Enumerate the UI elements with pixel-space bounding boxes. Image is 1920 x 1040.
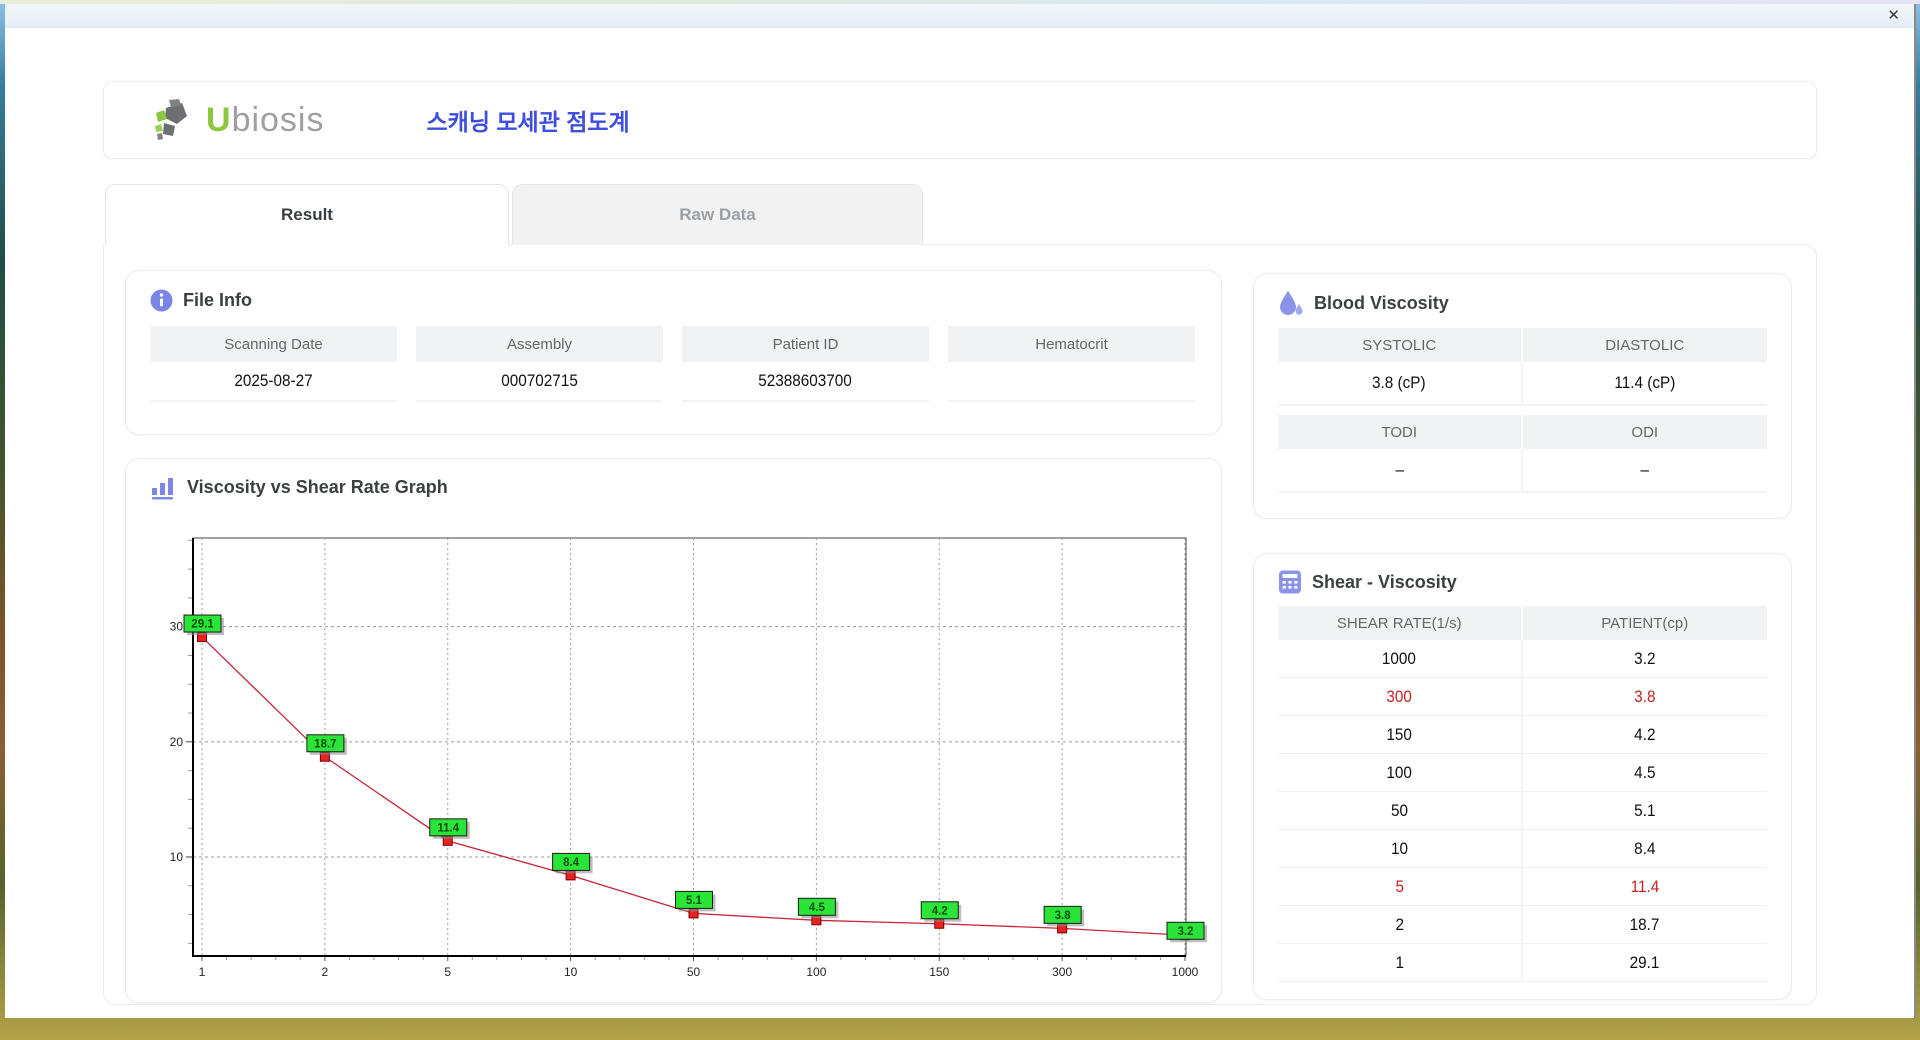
viscosity-graph-card: Viscosity vs Shear Rate Graph 10 20 30 1 2 5 1… [125,458,1222,1003]
svg-text:50: 50 [687,965,701,979]
field-scanning-date: Scanning Date 2025-08-27 [150,326,397,402]
shear-rate-value: 150 [1386,724,1413,744]
patient-value: 3.2 [1634,648,1656,668]
todi-header: TODI [1278,415,1523,449]
table-row: 5 11.4 [1278,868,1767,906]
close-icon[interactable]: ✕ [1887,7,1900,25]
viscosity-chart: 10 20 30 1 2 5 10 50 100 150 300 1000 29.1 18.7 11.4 8.… [170,537,1207,979]
diastolic-header: DIASTOLIC [1522,328,1767,362]
shear-viscosity-table: SHEAR RATE(1/s) PATIENT(cp) 1000 3.2 300… [1278,606,1767,982]
blood-drops-icon [1278,290,1304,316]
table-row: 150 4.2 [1278,716,1767,754]
shear-rate-value: 1000 [1382,648,1417,668]
patient-value: 3.8 [1634,686,1656,706]
tab-result[interactable]: Result [105,184,509,245]
table-row: 1000 3.2 [1278,640,1767,678]
app-header: Ubiosis 스캐닝 모세관 점도계 [103,81,1817,159]
svg-text:11.4: 11.4 [437,822,459,834]
shear-rate-value: 1 [1394,952,1404,972]
field-value: 000702715 [501,371,578,390]
graph-title: Viscosity vs Shear Rate Graph [187,477,448,497]
window-titlebar: ✕ [5,4,1914,28]
file-info-title: File Info [183,290,252,310]
patient-value: 5.1 [1634,800,1656,820]
patient-value: 4.5 [1634,762,1656,782]
svg-text:10: 10 [564,965,578,979]
patient-value: 29.1 [1629,952,1660,972]
patient-column-header: PATIENT(cp) [1522,606,1767,640]
field-value: 2025-08-27 [234,371,313,390]
svg-text:150: 150 [929,965,949,979]
svg-text:3.8: 3.8 [1055,910,1072,922]
svg-text:5.1: 5.1 [686,895,703,907]
field-label: Scanning Date [150,326,397,362]
systolic-value: 3.8 (cP) [1372,373,1427,392]
svg-text:29.1: 29.1 [191,619,214,631]
ubiosis-logo-icon [155,99,187,140]
diastolic-value: 11.4 (cP) [1614,373,1676,392]
todi-value: – [1394,460,1404,479]
table-row: 100 4.5 [1278,754,1767,792]
shear-viscosity-card: Shear - Viscosity SHEAR RATE(1/s) PATIEN… [1253,553,1792,1000]
svg-text:18.7: 18.7 [314,738,336,750]
patient-value: 11.4 [1630,876,1660,896]
table-row: 50 5.1 [1278,792,1767,830]
svg-text:20: 20 [170,735,184,749]
blood-viscosity-title: Blood Viscosity [1314,292,1449,313]
svg-text:100: 100 [806,965,826,979]
odi-value: – [1640,460,1650,479]
blood-viscosity-table: SYSTOLIC DIASTOLIC 3.8 (cP) 11.4 (cP) TO… [1278,328,1767,493]
field-label: Patient ID [682,326,929,362]
svg-text:300: 300 [1052,965,1072,979]
ubiosis-logo: Ubiosis [152,99,325,141]
blood-viscosity-card: Blood Viscosity SYSTOLIC DIASTOLIC 3.8 (… [1253,273,1792,519]
shear-rate-value: 5 [1394,876,1404,896]
logo-text: Ubiosis [206,100,325,139]
shear-rate-value: 100 [1386,762,1413,782]
field-label: Assembly [416,326,663,362]
field-value: 52388603700 [758,371,853,390]
table-row: 2 18.7 [1278,906,1767,944]
shear-rate-value: 10 [1390,838,1408,858]
svg-text:10: 10 [170,850,184,864]
shear-rate-value: 50 [1390,800,1408,820]
patient-value: 18.7 [1629,914,1660,934]
field-patient-id: Patient ID 52388603700 [682,326,929,402]
file-info-card: File Info Scanning Date 2025-08-27 Assem… [125,270,1222,435]
field-label: Hematocrit [948,326,1195,362]
shear-rate-value: 300 [1386,686,1413,706]
page-title: 스캐닝 모세관 점도계 [426,109,630,135]
svg-text:30: 30 [170,620,184,634]
svg-text:4.5: 4.5 [809,902,826,914]
field-assembly: Assembly 000702715 [416,326,663,402]
calculator-icon [1278,570,1302,594]
info-icon [150,289,173,312]
patient-value: 4.2 [1634,724,1656,744]
field-hematocrit: Hematocrit [948,326,1195,402]
svg-text:1000: 1000 [1172,965,1199,979]
svg-text:1: 1 [199,965,206,979]
table-row: 1 29.1 [1278,944,1767,982]
svg-text:3.2: 3.2 [1178,926,1194,938]
table-row: 10 8.4 [1278,830,1767,868]
svg-text:5: 5 [444,965,451,979]
odi-header: ODI [1522,415,1767,449]
shear-rate-value: 2 [1394,914,1404,934]
bar-chart-icon [150,475,177,500]
tab-raw-data[interactable]: Raw Data [512,184,923,245]
table-row: 300 3.8 [1278,678,1767,716]
shear-rate-column-header: SHEAR RATE(1/s) [1278,606,1523,640]
systolic-header: SYSTOLIC [1278,328,1523,362]
svg-text:8.4: 8.4 [563,857,580,869]
patient-value: 8.4 [1634,838,1656,858]
svg-text:4.2: 4.2 [932,905,948,917]
shear-viscosity-title: Shear - Viscosity [1312,571,1457,592]
svg-text:2: 2 [322,965,329,979]
